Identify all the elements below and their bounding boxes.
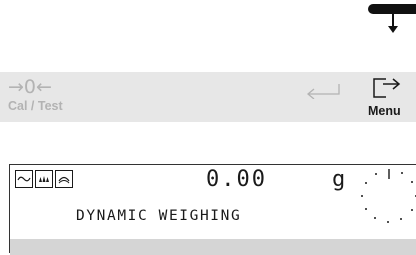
cal-test-label: Cal / Test	[8, 99, 63, 113]
zero-arrows-icon: →0←	[8, 76, 52, 98]
menu-label: Menu	[368, 104, 401, 118]
weight-unit: g	[332, 167, 346, 192]
balance-display: 0.00 g DYNAMIC WEIGHING	[9, 164, 416, 255]
round-filter-icon	[55, 170, 73, 188]
softkey-bar: →0← Cal / Test Menu	[0, 72, 416, 122]
status-icons	[15, 170, 73, 188]
menu-key[interactable]: Menu	[366, 74, 416, 120]
finger-press-indicator-icon	[368, 4, 416, 34]
application-mode-label: DYNAMIC WEIGHING	[76, 208, 242, 224]
enter-return-icon[interactable]	[305, 83, 341, 100]
progress-dial-icon	[354, 165, 416, 225]
menu-exit-arrow-icon	[373, 78, 401, 98]
cal-test-key[interactable]: →0← Cal / Test	[8, 76, 88, 116]
weight-value: 0.00	[206, 167, 267, 192]
dosing-drops-icon	[35, 170, 53, 188]
stability-wave-icon	[15, 170, 33, 188]
